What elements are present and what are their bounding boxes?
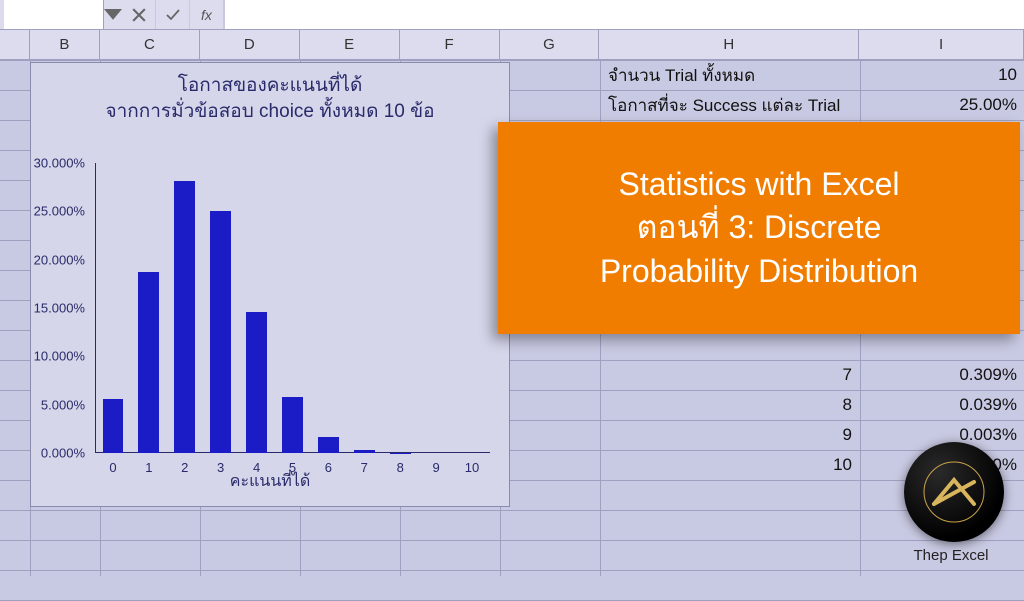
overlay-line3: Probability Distribution xyxy=(600,250,918,293)
chart-x-axis-title: คะแนนที่ได้ xyxy=(31,469,509,494)
bar-3 xyxy=(210,211,231,453)
bar-slot-2: 2 xyxy=(167,163,203,453)
y-tick-6: 30.000% xyxy=(34,156,85,171)
column-headers: BCDEFGHI xyxy=(0,30,1024,60)
y-tick-5: 25.000% xyxy=(34,204,85,219)
chart-bars: 012345678910 xyxy=(95,163,490,453)
thep-excel-logo-icon xyxy=(922,460,986,524)
bar-0 xyxy=(103,399,124,453)
cell-H11[interactable]: 7 xyxy=(600,360,860,390)
select-all-corner[interactable] xyxy=(0,30,30,59)
title-overlay-card: Statistics with Excel ตอนที่ 3: Discrete… xyxy=(498,122,1020,334)
bar-5 xyxy=(282,397,303,453)
cell-I2[interactable]: 25.00% xyxy=(860,90,1024,120)
y-tick-3: 15.000% xyxy=(34,301,85,316)
chart-title-line1: โอกาสของคะแนนที่ได้ xyxy=(31,73,509,99)
column-header-C[interactable]: C xyxy=(100,30,200,59)
bar-slot-8: 8 xyxy=(382,163,418,453)
cell-H2[interactable]: โอกาสที่จะ Success แต่ละ Trial xyxy=(600,90,860,120)
cell-I12[interactable]: 0.039% xyxy=(860,390,1024,420)
column-header-F[interactable]: F xyxy=(400,30,500,59)
name-box-dropdown-icon[interactable] xyxy=(104,0,122,29)
chart-title: โอกาสของคะแนนที่ได้ จากการมั่วข้อสอบ cho… xyxy=(31,63,509,124)
y-tick-4: 20.000% xyxy=(34,252,85,267)
cell-H14[interactable]: 10 xyxy=(600,450,860,480)
cell-I1[interactable]: 10 xyxy=(860,60,1024,90)
y-tick-1: 5.000% xyxy=(41,397,85,412)
watermark-label: Thep Excel xyxy=(896,547,1006,564)
chart-plot-area: 0.000%5.000%10.000%15.000%20.000%25.000%… xyxy=(95,163,490,453)
watermark-logo xyxy=(904,442,1004,542)
check-icon xyxy=(166,8,180,22)
enter-formula-button[interactable] xyxy=(156,0,190,29)
bar-1 xyxy=(138,272,159,453)
name-box[interactable] xyxy=(4,0,104,29)
column-header-B[interactable]: B xyxy=(30,30,100,59)
bar-2 xyxy=(174,181,195,453)
y-tick-2: 10.000% xyxy=(34,349,85,364)
fx-label: fx xyxy=(191,7,222,23)
y-tick-0: 0.000% xyxy=(41,446,85,461)
column-header-D[interactable]: D xyxy=(200,30,300,59)
bar-6 xyxy=(318,437,339,453)
cell-H1[interactable]: จำนวน Trial ทั้งหมด xyxy=(600,60,860,90)
bar-slot-6: 6 xyxy=(310,163,346,453)
column-header-H[interactable]: H xyxy=(599,30,859,59)
formula-bar: fx xyxy=(0,0,1024,30)
overlay-line2: ตอนที่ 3: Discrete xyxy=(600,206,918,249)
column-header-G[interactable]: G xyxy=(500,30,600,59)
bar-7 xyxy=(354,450,375,453)
bar-slot-10: 10 xyxy=(454,163,490,453)
chart-y-axis: 0.000%5.000%10.000%15.000%20.000%25.000%… xyxy=(35,163,91,453)
cell-I11[interactable]: 0.309% xyxy=(860,360,1024,390)
cancel-formula-button[interactable] xyxy=(122,0,156,29)
chart-title-line2: จากการมั่วข้อสอบ choice ทั้งหมด 10 ข้อ xyxy=(31,99,509,125)
bar-slot-5: 5 xyxy=(275,163,311,453)
column-header-E[interactable]: E xyxy=(300,30,400,59)
overlay-line1: Statistics with Excel xyxy=(600,163,918,206)
bar-slot-9: 9 xyxy=(418,163,454,453)
bar-slot-3: 3 xyxy=(203,163,239,453)
cell-H12[interactable]: 8 xyxy=(600,390,860,420)
bar-slot-0: 0 xyxy=(95,163,131,453)
insert-function-button[interactable]: fx xyxy=(190,0,224,29)
chart-object[interactable]: โอกาสของคะแนนที่ได้ จากการมั่วข้อสอบ cho… xyxy=(30,62,510,507)
bar-4 xyxy=(246,312,267,453)
column-header-I[interactable]: I xyxy=(859,30,1024,59)
bar-slot-1: 1 xyxy=(131,163,167,453)
bar-slot-4: 4 xyxy=(239,163,275,453)
cell-H13[interactable]: 9 xyxy=(600,420,860,450)
bar-slot-7: 7 xyxy=(346,163,382,453)
formula-input[interactable] xyxy=(224,0,1024,29)
x-icon xyxy=(132,8,146,22)
